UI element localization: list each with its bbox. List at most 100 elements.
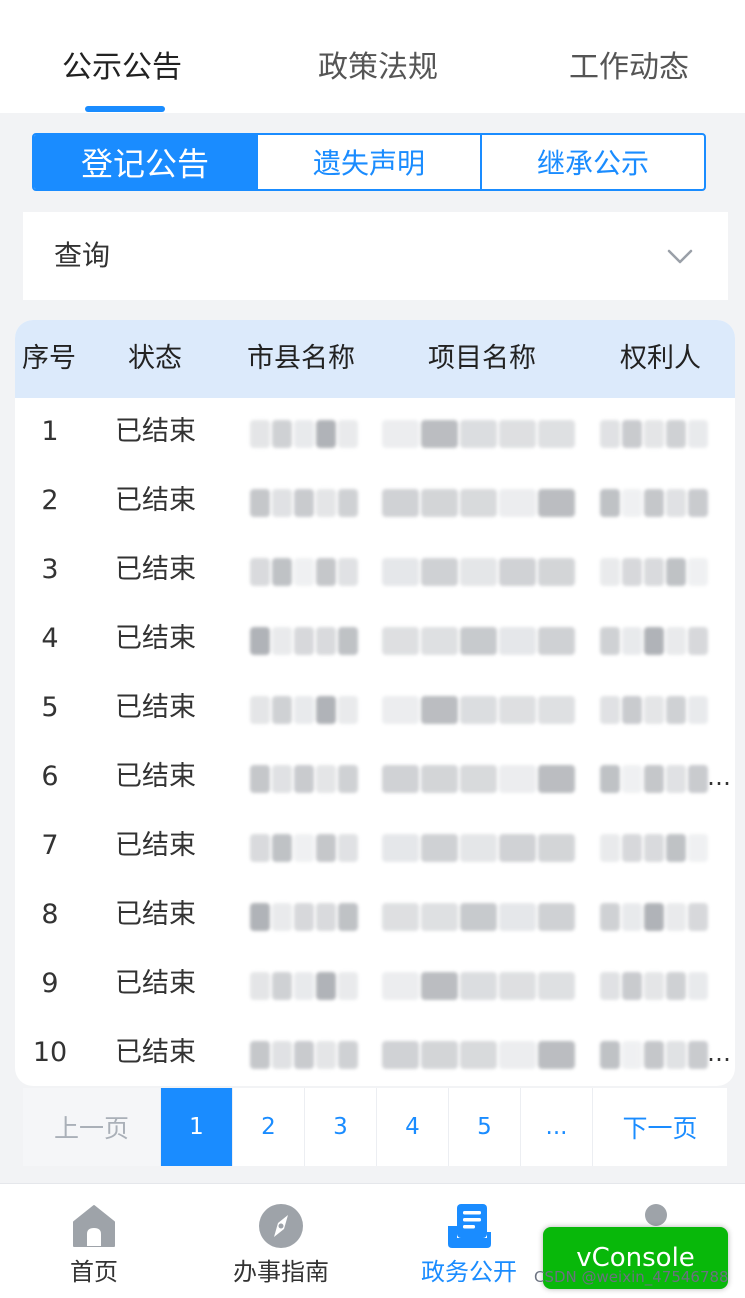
redacted-cell-block (600, 1041, 620, 1069)
watermark: CSDN @weixin_47546788 (534, 1268, 729, 1286)
redacted-cell-block (272, 903, 292, 931)
redacted-cell-block (622, 834, 642, 862)
row-index: 6 (41, 761, 59, 792)
redacted-cell-block (499, 765, 536, 793)
chevron-down-icon (667, 249, 693, 264)
redacted-cell-block (666, 696, 686, 724)
redacted-cell-block (382, 420, 419, 448)
page-1-button[interactable]: 1 (160, 1088, 232, 1166)
redacted-cell-block (644, 489, 664, 517)
prev-page-button[interactable]: 上一页 (23, 1088, 160, 1166)
top-tab-bar: 公示公告 政策法规 工作动态 (0, 0, 745, 113)
segment-registration-notice[interactable]: 登记公告 (34, 135, 256, 189)
redacted-cell-block (622, 765, 642, 793)
redacted-cell-block (338, 903, 358, 931)
table-row[interactable]: 1 已结束 (15, 398, 735, 467)
redacted-cell-block (250, 1041, 270, 1069)
pagination: 上一页 1 2 3 4 5 ... 下一页 (23, 1088, 727, 1166)
redacted-cell-block (421, 903, 458, 931)
page-5-button[interactable]: 5 (448, 1088, 520, 1166)
redacted-cell-block (294, 834, 314, 862)
redacted-cell-block (250, 834, 270, 862)
redacted-cell-block (622, 558, 642, 586)
table-row[interactable]: 10 已结束… (15, 1019, 735, 1086)
redacted-cell-block (538, 696, 575, 724)
redacted-cell-block (294, 1041, 314, 1069)
redacted-cell-block (316, 558, 336, 586)
redacted-cell-block (272, 696, 292, 724)
redacted-cell-block (421, 834, 458, 862)
header-index: 序号 (22, 343, 76, 374)
news-icon (448, 1204, 491, 1248)
tab-policies[interactable]: 政策法规 (318, 46, 438, 90)
row-status: 已结束 (115, 968, 196, 999)
redacted-cell-block (338, 1041, 358, 1069)
nav-government-affairs-label: 政务公开 (421, 1258, 517, 1286)
redacted-cell-block (316, 489, 336, 517)
redacted-cell-block (338, 834, 358, 862)
redacted-cell-block (250, 420, 270, 448)
table-row[interactable]: 7 已结束 (15, 812, 735, 881)
tab-announcements[interactable]: 公示公告 (62, 46, 182, 90)
redacted-cell-block (316, 1041, 336, 1069)
redacted-cell-block (421, 765, 458, 793)
redacted-cell-block (666, 765, 686, 793)
page-ellipsis: ... (520, 1088, 592, 1166)
page-3-button[interactable]: 3 (304, 1088, 376, 1166)
redacted-cell-block (272, 558, 292, 586)
nav-home[interactable]: 首页 (19, 1184, 169, 1298)
row-status: 已结束 (115, 623, 196, 654)
row-index: 2 (41, 485, 59, 516)
redacted-cell-block (644, 834, 664, 862)
redacted-cell-block (316, 420, 336, 448)
redacted-cell-block (338, 765, 358, 793)
redacted-cell-block (622, 1041, 642, 1069)
header-status: 状态 (128, 343, 182, 374)
redacted-cell-block (666, 489, 686, 517)
redacted-cell-block (250, 558, 270, 586)
redacted-cell-block (499, 696, 536, 724)
redacted-cell-block (421, 420, 458, 448)
row-index: 7 (41, 830, 59, 861)
table-row[interactable]: 2 已结束 (15, 467, 735, 536)
redacted-cell-block (600, 420, 620, 448)
overflow-ellipsis: … (707, 763, 731, 791)
segment-inheritance-notice[interactable]: 继承公示 (480, 135, 704, 189)
redacted-cell-block (688, 627, 708, 655)
redacted-cell-block (688, 834, 708, 862)
page-4-button[interactable]: 4 (376, 1088, 448, 1166)
table-row[interactable]: 9 已结束 (15, 950, 735, 1019)
table-row[interactable]: 5 已结束 (15, 674, 735, 743)
page-2-button[interactable]: 2 (232, 1088, 304, 1166)
nav-government-affairs[interactable]: 政务公开 (394, 1184, 544, 1298)
nav-home-label: 首页 (70, 1258, 118, 1286)
redacted-cell-block (644, 696, 664, 724)
redacted-cell-block (600, 489, 620, 517)
redacted-cell-block (538, 1041, 575, 1069)
redacted-cell-block (622, 972, 642, 1000)
redacted-cell-block (499, 1041, 536, 1069)
table-row[interactable]: 3 已结束 (15, 536, 735, 605)
redacted-cell-block (250, 696, 270, 724)
redacted-cell-block (272, 489, 292, 517)
redacted-cell-block (460, 420, 497, 448)
redacted-cell-block (600, 834, 620, 862)
next-page-button[interactable]: 下一页 (592, 1088, 727, 1166)
redacted-cell-block (460, 765, 497, 793)
redacted-cell-block (644, 420, 664, 448)
table-row[interactable]: 4 已结束 (15, 605, 735, 674)
nav-service-guide[interactable]: 办事指南 (206, 1184, 356, 1298)
redacted-cell-block (338, 489, 358, 517)
tab-work-updates[interactable]: 工作动态 (569, 46, 689, 90)
table-row[interactable]: 8 已结束 (15, 881, 735, 950)
redacted-cell-block (460, 972, 497, 1000)
segment-loss-statement[interactable]: 遗失声明 (256, 135, 480, 189)
redacted-cell-block (272, 627, 292, 655)
table-row[interactable]: 6 已结束… (15, 743, 735, 812)
redacted-cell-block (644, 972, 664, 1000)
home-icon (73, 1205, 115, 1247)
query-dropdown[interactable]: 查询 (23, 212, 728, 300)
redacted-cell-block (294, 627, 314, 655)
redacted-cell-block (250, 627, 270, 655)
announcement-type-segmented-control: 登记公告 遗失声明 继承公示 (32, 133, 706, 191)
